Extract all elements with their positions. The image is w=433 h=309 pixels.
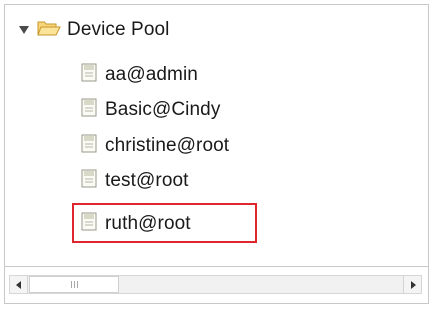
tree-node-basic-cindy[interactable]: Basic@Cindy — [81, 96, 220, 124]
tree-node-label: Basic@Cindy — [105, 99, 221, 120]
tree-node-christine-root[interactable]: christine@root — [81, 132, 229, 160]
device-tree: Device Pool aa@admin Basic@Cindy christi… — [5, 5, 428, 263]
tree-node-label: aa@admin — [105, 64, 198, 85]
arrow-left-icon — [15, 280, 21, 289]
tree-node-label: test@root — [105, 170, 189, 191]
tree-node-test-root[interactable]: test@root — [81, 167, 189, 195]
document-icon — [81, 98, 97, 122]
scrollbar-track[interactable] — [9, 275, 422, 294]
grip-icon — [70, 281, 78, 288]
document-icon — [81, 134, 97, 158]
tree-node-aa-admin[interactable]: aa@admin — [81, 61, 198, 89]
scroll-left-button[interactable] — [10, 276, 28, 293]
tree-node-device-pool[interactable]: Device Pool — [17, 17, 169, 43]
arrow-right-icon — [410, 280, 416, 289]
document-icon — [81, 169, 97, 193]
horizontal-scrollbar[interactable] — [5, 266, 428, 303]
scroll-right-button[interactable] — [403, 276, 421, 293]
selection-highlight-box — [72, 203, 257, 243]
tree-node-label: christine@root — [105, 135, 230, 156]
triangle-down-icon[interactable] — [17, 23, 31, 37]
tree-node-label: Device Pool — [67, 19, 170, 40]
scrollbar-thumb[interactable] — [29, 276, 119, 293]
device-pool-panel: Device Pool aa@admin Basic@Cindy christi… — [4, 4, 429, 304]
document-icon — [81, 63, 97, 87]
open-folder-icon — [37, 19, 61, 42]
